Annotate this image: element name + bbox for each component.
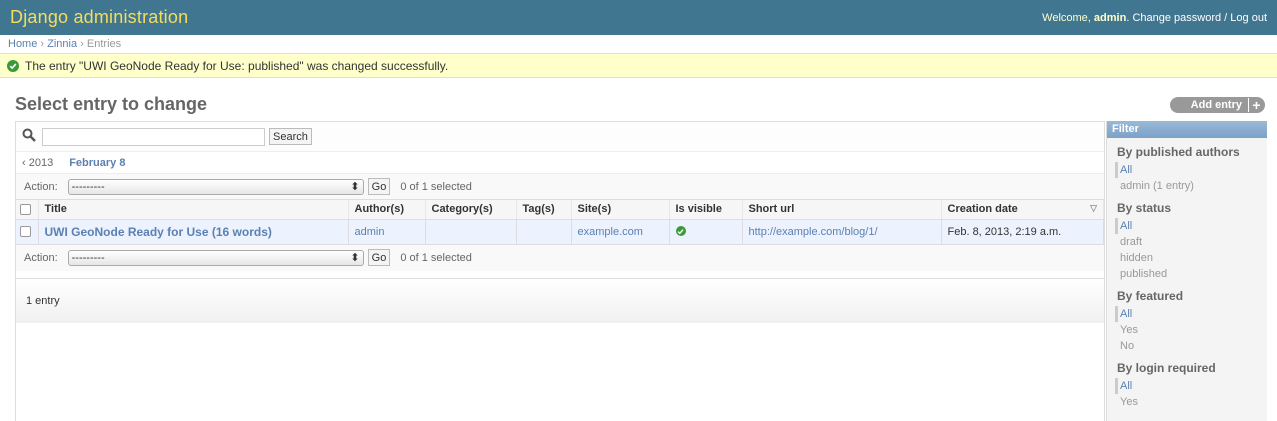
- author-link[interactable]: admin: [355, 226, 385, 238]
- actions-bar-bottom: Action: --------- ⬍ Go 0 of 1 selected: [16, 244, 1104, 271]
- filter-option-yes[interactable]: Yes: [1115, 394, 1267, 410]
- username: admin: [1093, 11, 1127, 24]
- cell-sites: example.com: [571, 219, 670, 245]
- filter-heading-login-required: By login required: [1117, 361, 1216, 375]
- cell-short-url: http://example.com/blog/1/: [742, 219, 942, 245]
- sort-descending-icon[interactable]: ▽: [1090, 203, 1097, 214]
- select-arrows-icon: ⬍: [350, 252, 360, 264]
- yes-icon: [675, 226, 686, 236]
- date-hierarchy: ‹ 2013 February 8: [16, 152, 1104, 174]
- table-header-row: Title Author(s) Category(s) Tag(s) Site(…: [16, 200, 1104, 220]
- search-input[interactable]: [42, 127, 265, 146]
- breadcrumb-current: Entries: [86, 38, 122, 50]
- page-title: Select entry to change: [15, 94, 208, 114]
- column-categories[interactable]: Category(s): [425, 200, 517, 220]
- column-is-visible[interactable]: Is visible: [669, 200, 743, 220]
- action-label: Action:: [24, 180, 58, 193]
- filter-list-status: All draft hidden published: [1107, 218, 1267, 282]
- filter-option-all[interactable]: All: [1115, 306, 1267, 322]
- user-tools: Welcome, admin. Change password / Log ou…: [1042, 11, 1267, 24]
- select-arrows-icon: ⬍: [350, 181, 360, 193]
- success-message: The entry "UWI GeoNode Ready for Use: pu…: [0, 54, 1277, 78]
- column-sites[interactable]: Site(s): [571, 200, 670, 220]
- results-table: Title Author(s) Category(s) Tag(s) Site(…: [16, 200, 1104, 245]
- filter-option-label[interactable]: All: [1120, 308, 1132, 320]
- cell-tags: [516, 219, 572, 245]
- add-entry-label: Add entry: [1190, 99, 1242, 111]
- filter-option-yes[interactable]: Yes: [1115, 322, 1267, 338]
- action-select-value: ---------: [71, 251, 105, 264]
- breadcrumb-zinnia[interactable]: Zinnia: [47, 38, 77, 50]
- action-counter: 0 of 1 selected: [400, 251, 472, 264]
- row-checkbox[interactable]: [20, 226, 31, 238]
- column-authors[interactable]: Author(s): [348, 200, 426, 220]
- success-message-text: The entry "UWI GeoNode Ready for Use: pu…: [25, 58, 449, 73]
- action-select[interactable]: --------- ⬍: [67, 178, 364, 195]
- go-button[interactable]: Go: [367, 178, 391, 195]
- log-out-link[interactable]: Log out: [1230, 12, 1267, 24]
- date-hierarchy-back-link[interactable]: ‹ 2013: [22, 157, 53, 169]
- changelist: Search ‹ 2013 February 8 Action: -------…: [15, 121, 1105, 421]
- breadcrumb-home[interactable]: Home: [8, 38, 37, 50]
- change-password-link[interactable]: Change password: [1132, 12, 1221, 24]
- filter-sidebar: Filter By published authors All admin (1…: [1106, 121, 1267, 421]
- filter-option-label[interactable]: All: [1120, 220, 1132, 232]
- site-link[interactable]: example.com: [578, 226, 643, 238]
- actions-bar-top: Action: --------- ⬍ Go 0 of 1 selected: [16, 174, 1104, 200]
- filter-list-published-authors: All admin (1 entry): [1107, 162, 1267, 194]
- search-icon: [22, 128, 36, 145]
- filter-list-login-required: All Yes: [1107, 378, 1267, 410]
- cell-is-visible: [669, 219, 743, 245]
- table-row: UWI GeoNode Ready for Use (16 words) adm…: [16, 219, 1104, 245]
- filter-option-label[interactable]: All: [1120, 380, 1132, 392]
- filter-heading-status: By status: [1117, 201, 1172, 215]
- cell-authors: admin: [348, 219, 426, 245]
- filter-option-draft[interactable]: draft: [1115, 234, 1267, 250]
- go-button[interactable]: Go: [367, 249, 391, 266]
- search-button[interactable]: Search: [269, 128, 312, 145]
- filter-option-hidden[interactable]: hidden: [1115, 250, 1267, 266]
- cell-categories: [425, 219, 517, 245]
- search-toolbar: Search: [16, 122, 1104, 152]
- row-select-cell: [16, 219, 39, 245]
- user-tools-separator: /: [1224, 11, 1228, 24]
- filter-option-no[interactable]: No: [1115, 338, 1267, 354]
- breadcrumb-separator: ›: [40, 38, 45, 50]
- short-url-link[interactable]: http://example.com/blog/1/: [749, 226, 878, 238]
- filter-option-published[interactable]: published: [1115, 266, 1267, 282]
- breadcrumb: Home › Zinnia › Entries: [0, 35, 1277, 54]
- add-entry-button[interactable]: Add entry +: [1170, 97, 1265, 113]
- header-bar: Django administration Welcome, admin. Ch…: [0, 0, 1277, 35]
- plus-icon: +: [1248, 98, 1262, 112]
- select-all-cell: [16, 200, 39, 220]
- select-all-checkbox[interactable]: [20, 203, 31, 215]
- filter-option-admin[interactable]: admin (1 entry): [1115, 178, 1267, 194]
- action-select[interactable]: --------- ⬍: [67, 249, 364, 266]
- filter-option-label[interactable]: All: [1120, 164, 1132, 176]
- filter-title: Filter: [1107, 121, 1267, 138]
- cell-title: UWI GeoNode Ready for Use (16 words): [38, 219, 349, 245]
- column-creation-date[interactable]: Creation date ▽: [941, 200, 1104, 220]
- date-hierarchy-current: February 8: [69, 156, 126, 169]
- column-title[interactable]: Title: [38, 200, 349, 220]
- action-label: Action:: [24, 251, 58, 264]
- entry-title-link[interactable]: UWI GeoNode Ready for Use (16 words): [45, 225, 272, 239]
- action-select-value: ---------: [71, 180, 105, 193]
- filter-heading-published-authors: By published authors: [1117, 145, 1240, 159]
- filter-heading-featured: By featured: [1117, 289, 1184, 303]
- paginator: 1 entry: [16, 278, 1104, 323]
- cell-creation-date: Feb. 8, 2013, 2:19 a.m.: [941, 219, 1104, 245]
- column-creation-date-label: Creation date: [947, 203, 1018, 216]
- filter-option-all[interactable]: All: [1115, 218, 1267, 234]
- breadcrumb-separator: ›: [80, 38, 84, 50]
- success-check-icon: [7, 59, 19, 72]
- filter-list-featured: All Yes No: [1107, 306, 1267, 354]
- welcome-text: Welcome,: [1042, 11, 1091, 24]
- column-short-url[interactable]: Short url: [742, 200, 942, 220]
- action-counter: 0 of 1 selected: [400, 180, 472, 193]
- filter-option-all[interactable]: All: [1115, 162, 1267, 178]
- site-name[interactable]: Django administration: [10, 7, 188, 28]
- column-tags[interactable]: Tag(s): [516, 200, 572, 220]
- filter-option-all[interactable]: All: [1115, 378, 1267, 394]
